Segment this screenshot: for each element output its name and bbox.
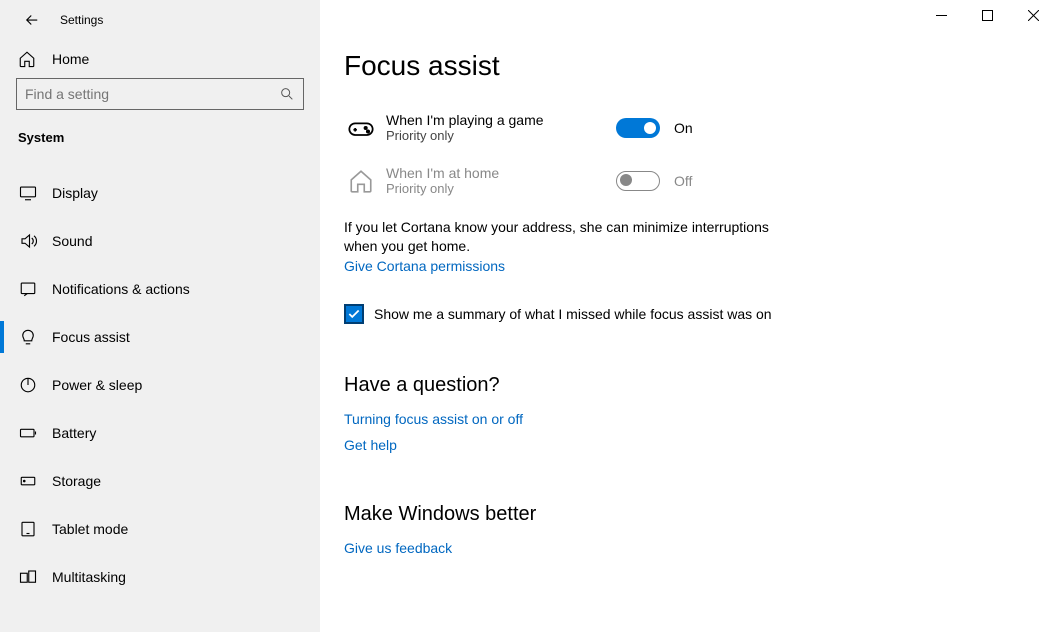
nav-home[interactable]: Home (0, 40, 320, 78)
nav-item-label: Notifications & actions (52, 281, 190, 297)
focus-assist-icon (18, 328, 38, 346)
search-box[interactable] (16, 78, 304, 110)
section-label: System (0, 124, 320, 155)
page-title: Focus assist (344, 50, 1032, 82)
rule-game-title: When I'm playing a game (386, 112, 606, 128)
nav-sound[interactable]: Sound (0, 217, 320, 265)
summary-checkbox-row: Show me a summary of what I missed while… (344, 304, 1032, 324)
maximize-icon (982, 10, 993, 21)
nav-item-label: Tablet mode (52, 521, 128, 537)
window-controls (918, 0, 1056, 30)
maximize-button[interactable] (964, 0, 1010, 30)
search-input[interactable] (25, 86, 279, 102)
toggle-game-label: On (674, 120, 693, 136)
storage-icon (18, 472, 38, 490)
nav-multitasking[interactable]: Multitasking (0, 553, 320, 601)
minimize-button[interactable] (918, 0, 964, 30)
rule-game-sub: Priority only (386, 128, 606, 143)
nav-item-label: Focus assist (52, 329, 130, 345)
link-feedback[interactable]: Give us feedback (344, 540, 452, 556)
multitasking-icon (18, 568, 38, 586)
titlebar: Settings (0, 0, 320, 40)
check-icon (347, 307, 361, 321)
nav-item-label: Storage (52, 473, 101, 489)
toggle-home-label: Off (674, 173, 692, 189)
nav-power-sleep[interactable]: Power & sleep (0, 361, 320, 409)
gamepad-icon (344, 114, 378, 142)
question-heading: Have a question? (344, 374, 1032, 397)
notifications-icon (18, 280, 38, 298)
app-title: Settings (60, 13, 103, 27)
nav-item-label: Battery (52, 425, 96, 441)
back-button[interactable] (16, 4, 48, 36)
home-icon (18, 50, 36, 68)
nav-item-label: Power & sleep (52, 377, 142, 393)
nav-tablet-mode[interactable]: Tablet mode (0, 505, 320, 553)
nav-list: Display Sound Notifications & actions Fo… (0, 169, 320, 601)
link-get-help[interactable]: Get help (344, 437, 1032, 453)
rule-home: When I'm at home Priority only Off (344, 165, 1032, 196)
sidebar: Settings Home System Display Sound (0, 0, 320, 632)
link-focus-help[interactable]: Turning focus assist on or off (344, 411, 1032, 427)
content-area: Focus assist When I'm playing a game Pri… (320, 0, 1056, 632)
nav-storage[interactable]: Storage (0, 457, 320, 505)
battery-icon (18, 424, 38, 442)
nav-battery[interactable]: Battery (0, 409, 320, 457)
nav-notifications[interactable]: Notifications & actions (0, 265, 320, 313)
rule-game: When I'm playing a game Priority only On (344, 112, 1032, 143)
nav-item-label: Sound (52, 233, 92, 249)
feedback-heading: Make Windows better (344, 503, 1032, 526)
arrow-left-icon (23, 11, 41, 29)
tablet-icon (18, 520, 38, 538)
search-icon (279, 86, 295, 102)
rule-home-title: When I'm at home (386, 165, 606, 181)
minimize-icon (936, 10, 947, 21)
nav-item-label: Multitasking (52, 569, 126, 585)
home-rule-icon (344, 168, 378, 194)
display-icon (18, 184, 38, 202)
sound-icon (18, 232, 38, 250)
summary-checkbox[interactable] (344, 304, 364, 324)
cortana-hint: If you let Cortana know your address, sh… (344, 218, 774, 256)
close-button[interactable] (1010, 0, 1056, 30)
close-icon (1028, 10, 1039, 21)
nav-home-label: Home (52, 51, 89, 67)
nav-item-label: Display (52, 185, 98, 201)
rule-home-sub: Priority only (386, 181, 606, 196)
nav-display[interactable]: Display (0, 169, 320, 217)
toggle-home (616, 171, 660, 191)
power-icon (18, 376, 38, 394)
summary-checkbox-label: Show me a summary of what I missed while… (374, 306, 772, 322)
nav-focus-assist[interactable]: Focus assist (0, 313, 320, 361)
cortana-permissions-link[interactable]: Give Cortana permissions (344, 258, 505, 274)
toggle-game[interactable] (616, 118, 660, 138)
